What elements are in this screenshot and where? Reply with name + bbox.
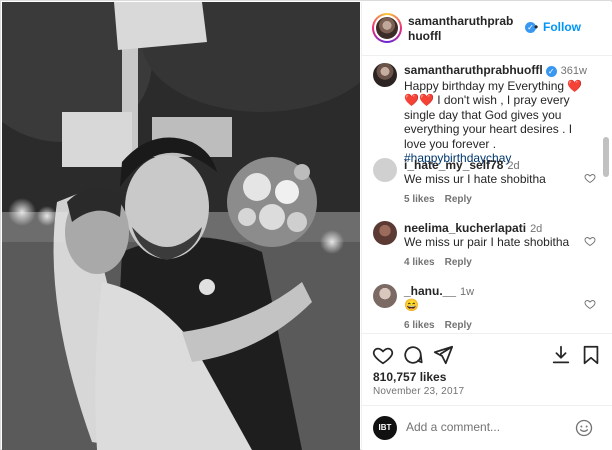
post-photo[interactable] (2, 2, 360, 450)
comment-meta: 4 likes Reply (404, 257, 482, 268)
post-side-panel: samantharuthprabhuoffl ✓ • Follow samant… (361, 2, 612, 450)
comment-text: We miss ur I hate shobitha (404, 172, 546, 186)
caption-text-block: samantharuthprabhuoffl ✓ 361w Happy birthd… (404, 63, 594, 166)
caption-time: 361w (560, 65, 587, 77)
follow-button[interactable]: Follow (543, 20, 581, 34)
download-icon[interactable] (550, 344, 572, 366)
post-modal: samantharuthprabhuoffl ✓ • Follow samant… (0, 0, 612, 450)
comments-scroll-area[interactable]: samantharuthprabhuoffl ✓ 361w Happy birthd… (362, 57, 612, 333)
comment-likes[interactable]: 6 likes (404, 320, 435, 331)
comment-username[interactable]: i_hate_my_self78 2d (404, 158, 520, 172)
comment-item: _hanu.__ 1w 😄 6 likes Reply (373, 284, 598, 333)
comment-item: neelima_kucherlapati 2d We miss ur pair I… (373, 221, 598, 271)
post-date: November 23, 2017 (373, 386, 465, 397)
comment-username[interactable]: neelima_kucherlapati 2d (404, 221, 542, 235)
comment-avatar[interactable] (373, 221, 397, 245)
save-icon[interactable] (580, 344, 602, 366)
comment-avatar[interactable] (373, 284, 397, 308)
action-bar: 810,757 likes November 23, 2017 (362, 333, 612, 404)
comment-username[interactable]: _hanu.__ 1w (404, 284, 474, 298)
caption-username[interactable]: samantharuthprabhuoffl (404, 63, 543, 77)
heart-icon[interactable] (372, 344, 394, 366)
comment-heart-icon[interactable] (584, 298, 596, 310)
reply-button[interactable]: Reply (445, 194, 472, 205)
share-icon[interactable] (432, 344, 454, 366)
reply-button[interactable]: Reply (445, 257, 472, 268)
current-user-avatar: IBT (373, 416, 397, 440)
wedding-photo-illustration (2, 2, 360, 450)
post-header: samantharuthprabhuoffl ✓ • Follow (362, 2, 612, 56)
comment-heart-icon[interactable] (584, 172, 596, 184)
comment-heart-icon[interactable] (584, 235, 596, 247)
comment-likes[interactable]: 4 likes (404, 257, 435, 268)
comment-text: 😄 (404, 298, 419, 312)
caption-avatar[interactable] (373, 63, 397, 87)
comment-meta: 6 likes Reply (404, 320, 482, 331)
comment-icon[interactable] (402, 344, 424, 366)
comment-text: We miss ur pair I hate shobitha (404, 235, 570, 249)
separator-dot: • (534, 20, 539, 34)
comment-meta: 5 likes Reply (404, 194, 482, 205)
emoji-icon[interactable] (575, 419, 593, 437)
comment-likes[interactable]: 5 likes (404, 194, 435, 205)
reply-button[interactable]: Reply (445, 320, 472, 331)
likes-count[interactable]: 810,757 likes (373, 370, 446, 384)
comment-item: i_hate_my_self78 2d We miss ur I hate sho… (373, 158, 598, 208)
profile-avatar[interactable] (372, 13, 402, 43)
comment-avatar[interactable] (373, 158, 397, 182)
add-comment-bar: IBT (362, 405, 612, 450)
header-username[interactable]: samantharuthprabhuoffl (408, 14, 518, 44)
scrollbar-thumb[interactable] (603, 137, 609, 177)
verified-badge-icon: ✓ (545, 66, 557, 77)
caption-text: Happy birthday my Everything ❤️❤️❤️ I do… (404, 78, 583, 151)
add-comment-input[interactable] (406, 420, 566, 434)
